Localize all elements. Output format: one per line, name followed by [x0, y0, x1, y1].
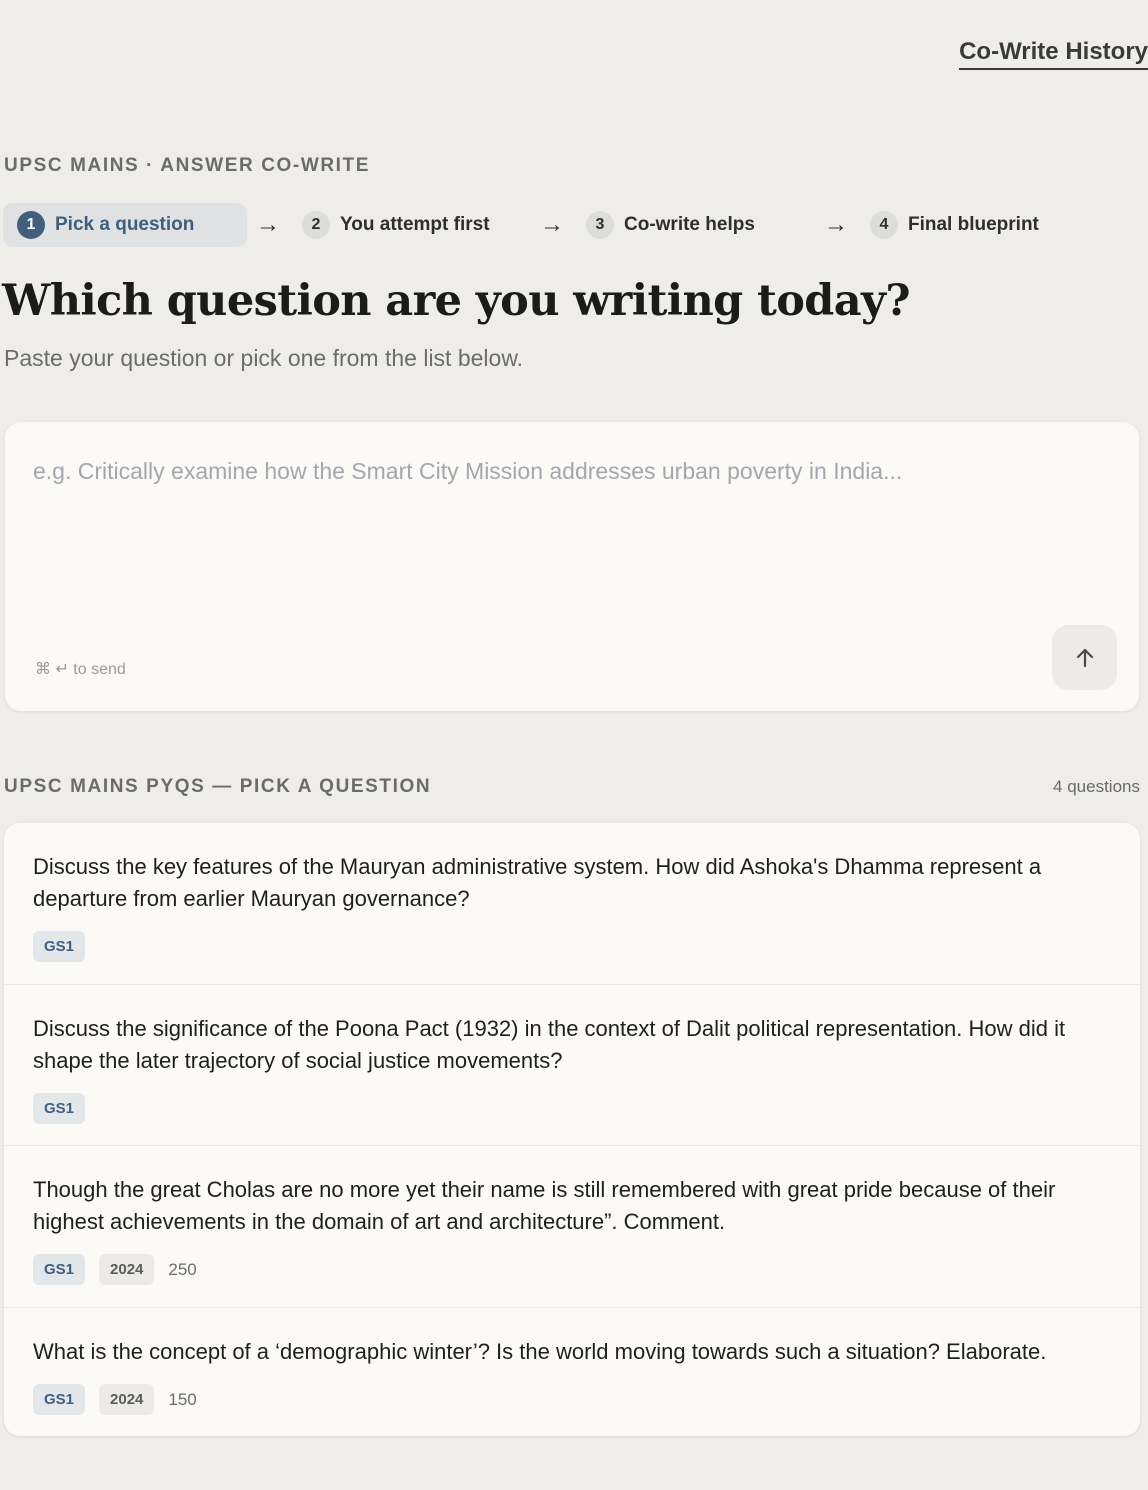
paper-tag: GS1 [33, 1254, 86, 1285]
question-count: 4 questions [1053, 777, 1140, 796]
page-subtitle: Paste your question or pick one from the… [4, 345, 524, 371]
question-tags: GS1 [33, 931, 1111, 962]
progress-stepper: 1 Pick a question → 2 You attempt first … [3, 203, 1143, 247]
send-shortcut-hint: ⌘ ↵ to send [35, 661, 126, 678]
question-text: Discuss the significance of the Poona Pa… [33, 1016, 1066, 1073]
paper-tag: GS1 [33, 1093, 86, 1124]
step-attempt-first[interactable]: 2 You attempt first [302, 203, 490, 247]
step-label: You attempt first [340, 214, 490, 235]
year-tag: 2024 [99, 1384, 155, 1415]
question-text: Though the great Cholas are no more yet … [33, 1177, 1056, 1234]
question-composer: ⌘ ↵ to send [5, 422, 1139, 711]
arrow-right-icon: → [540, 211, 564, 238]
question-input[interactable] [33, 456, 1093, 606]
paper-tag: GS1 [33, 1384, 86, 1415]
step-label: Co-write helps [624, 214, 755, 235]
question-tags: GS1 [33, 1093, 1111, 1124]
question-list-header: UPSC MAINS PYQS — PICK A QUESTION [4, 776, 432, 797]
step-number: 2 [302, 211, 330, 239]
step-number: 4 [870, 211, 898, 239]
question-tags: GS1 2024 150 [33, 1384, 1111, 1415]
page-eyebrow: UPSC MAINS · ANSWER CO-WRITE [4, 155, 371, 176]
marks-label: 150 [168, 1389, 197, 1409]
marks-label: 250 [168, 1259, 197, 1279]
co-write-history-link[interactable]: Co-Write History [959, 38, 1148, 70]
step-number: 3 [586, 211, 614, 239]
step-number: 1 [17, 211, 45, 239]
step-co-write[interactable]: 3 Co-write helps [586, 203, 755, 247]
question-text: What is the concept of a ‘demographic wi… [33, 1339, 1047, 1364]
arrow-up-icon [1076, 648, 1093, 667]
question-item[interactable]: What is the concept of a ‘demographic wi… [4, 1308, 1140, 1436]
page-title: Which question are you writing today? [2, 276, 911, 326]
year-tag: 2024 [99, 1254, 155, 1285]
arrow-right-icon: → [256, 211, 280, 238]
step-label: Pick a question [55, 214, 195, 235]
question-list: Discuss the key features of the Mauryan … [4, 823, 1140, 1436]
question-item[interactable]: Though the great Cholas are no more yet … [4, 1146, 1140, 1308]
step-pick-question[interactable]: 1 Pick a question [3, 203, 247, 247]
question-text: Discuss the key features of the Mauryan … [33, 854, 1042, 911]
send-button[interactable] [1052, 625, 1117, 690]
question-item[interactable]: Discuss the significance of the Poona Pa… [4, 985, 1140, 1146]
question-tags: GS1 2024 250 [33, 1254, 1111, 1285]
question-item[interactable]: Discuss the key features of the Mauryan … [4, 823, 1140, 985]
arrow-right-icon: → [824, 211, 848, 238]
paper-tag: GS1 [33, 931, 86, 962]
step-final-blueprint[interactable]: 4 Final blueprint [870, 203, 1039, 247]
step-label: Final blueprint [908, 214, 1039, 235]
